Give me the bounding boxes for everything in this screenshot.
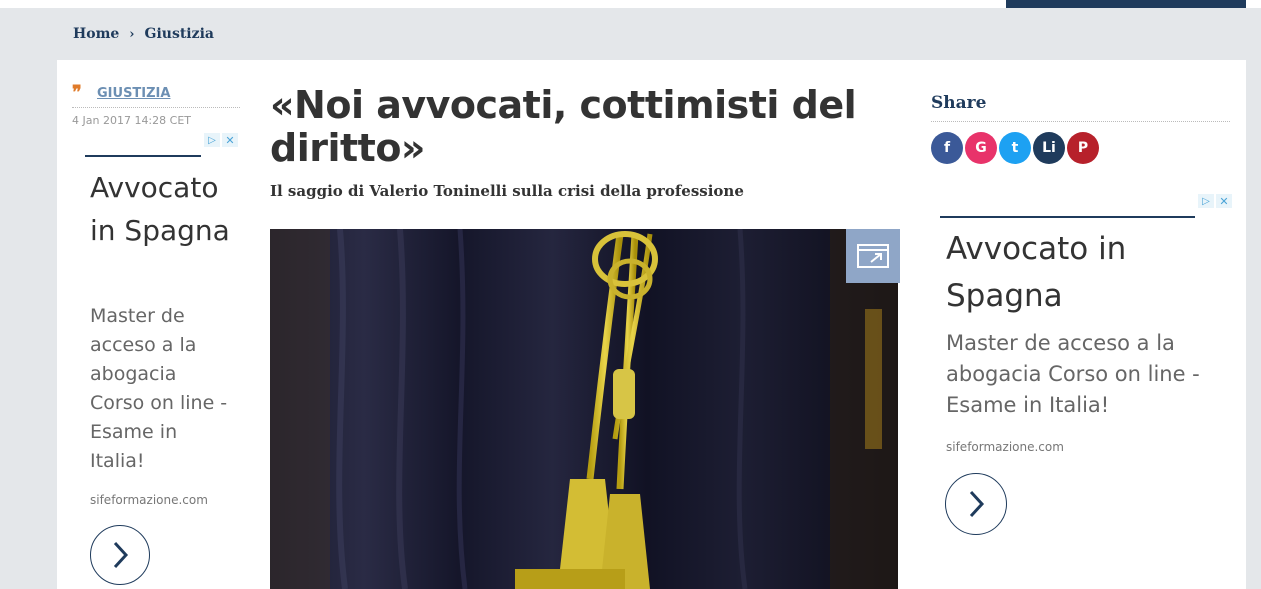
share-title: Share <box>931 93 987 113</box>
page-margin-right <box>1246 60 1261 589</box>
ad-title-left[interactable]: Avvocato in Spagna <box>90 166 235 252</box>
article-subtitle: Il saggio di Valerio Toninelli sulla cri… <box>270 182 744 200</box>
share-google-button[interactable]: G <box>965 132 997 164</box>
divider <box>72 107 240 108</box>
expand-gallery-button[interactable] <box>846 229 900 283</box>
share-twitter-button[interactable]: t <box>999 132 1031 164</box>
adchoices-icon[interactable]: ▷ <box>1198 194 1214 208</box>
ad-domain-left[interactable]: sifeformazione.com <box>90 493 208 507</box>
ad-cta-right[interactable] <box>945 473 1007 535</box>
share-facebook-button[interactable]: f <box>931 132 963 164</box>
chevron-right-icon <box>113 541 129 569</box>
ad-divider <box>940 216 1195 218</box>
expand-gallery-icon <box>857 244 889 268</box>
adchoices-badge[interactable]: ▷ ✕ <box>1198 194 1232 208</box>
quote-icon: ❞ <box>72 82 82 103</box>
adchoices-icon[interactable]: ▷ <box>204 133 220 147</box>
article-headline: «Noi avvocati, cottimisti del diritto» <box>270 83 857 170</box>
share-linkedin-button[interactable]: Li <box>1033 132 1065 164</box>
breadcrumb-bar: Home › Giustizia <box>0 8 1261 60</box>
section-tag[interactable]: GIUSTIZIA <box>97 86 170 101</box>
top-bar-accent <box>1006 0 1246 8</box>
ad-domain-right[interactable]: sifeformazione.com <box>946 440 1064 454</box>
ad-divider <box>85 155 201 157</box>
divider <box>931 121 1230 122</box>
breadcrumb-home[interactable]: Home <box>73 26 119 42</box>
breadcrumb: Home › Giustizia <box>73 26 214 42</box>
ad-body-left[interactable]: Master de acceso a la abogacia Corso on … <box>90 302 230 476</box>
article-photo[interactable] <box>270 229 898 589</box>
share-pinterest-button[interactable]: P <box>1067 132 1099 164</box>
close-icon[interactable]: ✕ <box>1216 194 1232 208</box>
close-icon[interactable]: ✕ <box>222 133 238 147</box>
page-margin-left <box>0 60 57 589</box>
ad-cta-left[interactable] <box>90 525 150 585</box>
adchoices-badge[interactable]: ▷ ✕ <box>204 133 238 147</box>
ad-title-right[interactable]: Avvocato in Spagna <box>946 226 1186 320</box>
ad-body-right[interactable]: Master de acceso a la abogacia Corso on … <box>946 328 1216 421</box>
lawyer-robe-image <box>270 229 898 589</box>
breadcrumb-giustizia[interactable]: Giustizia <box>145 26 214 42</box>
chevron-right-icon <box>969 490 985 518</box>
publish-date: 4 Jan 2017 14:28 CET <box>72 114 191 127</box>
chevron-right-icon: › <box>129 26 135 42</box>
share-buttons: f G t Li P <box>931 132 1101 164</box>
